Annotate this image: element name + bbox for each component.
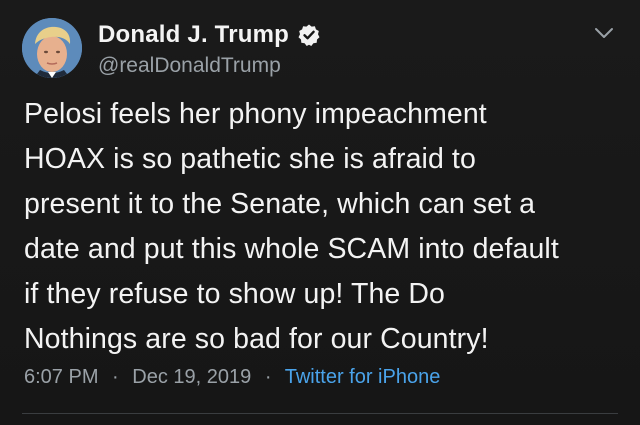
- name-row: Donald J. Trump: [98, 20, 321, 50]
- avatar-image: [22, 18, 82, 78]
- verified-badge-icon: [297, 23, 321, 47]
- tweet-time[interactable]: 6:07 PM: [24, 366, 98, 388]
- handle[interactable]: @realDonaldTrump: [98, 54, 281, 78]
- tweet-date[interactable]: Dec 19, 2019: [132, 366, 251, 388]
- tweet-source-link[interactable]: Twitter for iPhone: [285, 366, 441, 388]
- tweet-card: Donald J. Trump @realDonaldTrump Pelosi …: [0, 0, 640, 425]
- avatar[interactable]: [22, 18, 82, 78]
- meta-separator: ·: [264, 366, 272, 388]
- tweet-header: Donald J. Trump @realDonaldTrump: [22, 18, 618, 78]
- tweet-meta: 6:07 PM · Dec 19, 2019 · Twitter for iPh…: [24, 366, 440, 389]
- tweet-text: Pelosi feels her phony impeachment HOAX …: [24, 98, 559, 355]
- chevron-down-icon[interactable]: [590, 22, 618, 44]
- display-name[interactable]: Donald J. Trump: [98, 21, 289, 49]
- meta-separator: ·: [112, 366, 119, 388]
- divider: [22, 413, 618, 414]
